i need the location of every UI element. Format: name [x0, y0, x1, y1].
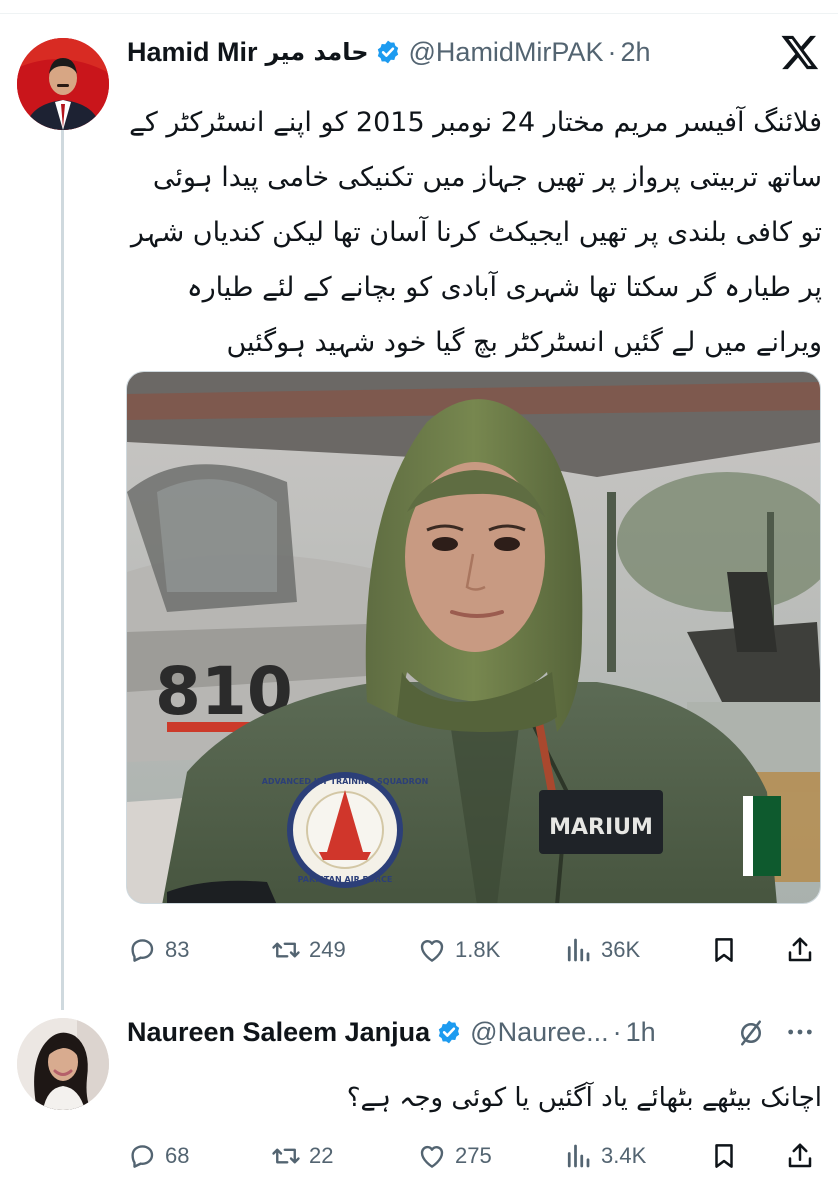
- share-icon: [788, 1143, 812, 1168]
- thread-connector-line: [61, 130, 64, 1010]
- reply-button[interactable]: 68: [127, 1136, 189, 1176]
- author-name-urdu[interactable]: حامد میر: [266, 38, 369, 66]
- repost-button[interactable]: 249: [271, 930, 346, 970]
- separator-dot: ·: [612, 1016, 622, 1047]
- bookmark-button[interactable]: [709, 930, 747, 970]
- reply-actions: 68 22 275 3.4K: [127, 1136, 822, 1176]
- share-button[interactable]: [785, 1136, 823, 1176]
- verified-icon: [438, 1020, 460, 1044]
- repost-icon: [272, 942, 300, 958]
- repost-button[interactable]: 22: [271, 1136, 333, 1176]
- name-patch-text: MARIUM: [549, 815, 653, 840]
- reply-count: 83: [165, 937, 190, 962]
- repost-icon: [272, 1148, 300, 1164]
- post-time[interactable]: 2h: [620, 37, 650, 68]
- avatar[interactable]: [17, 38, 109, 130]
- reply-author-name[interactable]: Naureen Saleem Janjua: [127, 1017, 430, 1048]
- reply-text: اچانک بیٹھے بٹھائے یاد آگئیں یا کوئی وجہ…: [346, 1083, 822, 1113]
- tweet-text: فلائنگ آفیسر مریم مختار 24 نومبر 2015 کو…: [129, 107, 822, 358]
- tweet-actions: 83 249 1.8K 36K: [127, 930, 822, 970]
- views-count: 3.4K: [601, 1143, 647, 1168]
- reply-count: 68: [165, 1143, 190, 1168]
- share-button[interactable]: [785, 930, 823, 970]
- views-button[interactable]: 3.4K: [563, 1136, 646, 1176]
- like-count: 275: [455, 1143, 492, 1168]
- author-handle[interactable]: @HamidMirPAK: [409, 37, 604, 68]
- like-button[interactable]: 275: [417, 1136, 492, 1176]
- separator-dot: ·: [607, 36, 617, 67]
- bookmark-icon: [715, 1144, 733, 1168]
- reply-button[interactable]: 83: [127, 930, 189, 970]
- reply-author-handle[interactable]: @Nauree...: [470, 1017, 608, 1048]
- reply-header: Naureen Saleem Janjua @Nauree... · 1h: [127, 1014, 656, 1050]
- tweet-header: Hamid Mir حامد میر @HamidMirPAK · 2h: [127, 34, 651, 70]
- reply-icon: [131, 1145, 154, 1168]
- x-logo-icon: [781, 35, 819, 70]
- views-icon: [567, 1144, 590, 1168]
- previous-post-divider: [0, 0, 838, 14]
- bookmark-button[interactable]: [709, 1136, 747, 1176]
- views-button[interactable]: 36K: [563, 930, 640, 970]
- views-count: 36K: [601, 937, 641, 962]
- like-icon: [420, 1145, 444, 1168]
- reply-avatar[interactable]: [17, 1018, 109, 1110]
- more-icon[interactable]: [784, 1016, 816, 1048]
- reply-time[interactable]: 1h: [626, 1017, 656, 1048]
- repost-count: 22: [309, 1143, 334, 1168]
- like-button[interactable]: 1.8K: [417, 930, 500, 970]
- share-icon: [788, 937, 812, 962]
- verified-icon: [377, 40, 398, 64]
- like-count: 1.8K: [455, 937, 501, 962]
- views-icon: [567, 938, 590, 962]
- mute-icon[interactable]: [736, 1018, 766, 1048]
- reply-icon: [131, 939, 154, 962]
- tweet-image[interactable]: 810 ADVANCED JET TRAINING SQUADRON PAKIS…: [126, 371, 821, 904]
- badge-top-text: ADVANCED JET TRAINING SQUADRON: [262, 777, 429, 786]
- like-icon: [420, 939, 444, 962]
- badge-bottom-text: PAKISTAN AIR FORCE: [298, 875, 393, 884]
- author-name[interactable]: Hamid Mir: [127, 37, 258, 68]
- repost-count: 249: [309, 937, 346, 962]
- bookmark-icon: [715, 938, 733, 962]
